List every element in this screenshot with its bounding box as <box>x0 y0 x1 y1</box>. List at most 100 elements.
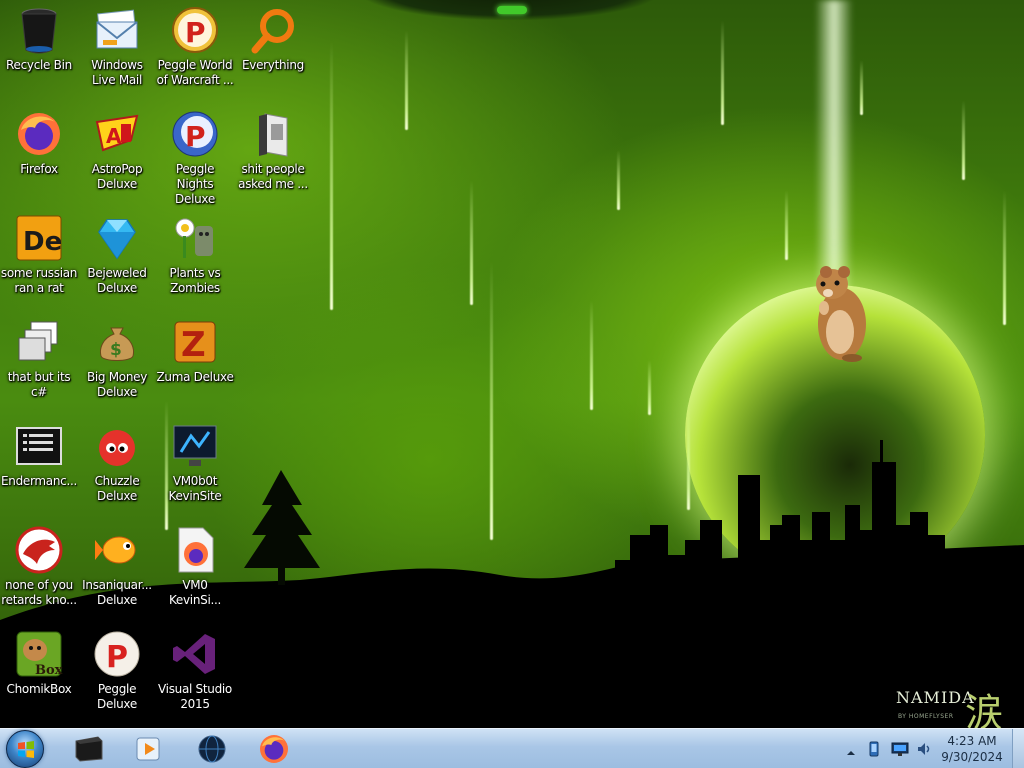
desktop-icon-label: Endermanc... <box>1 474 77 488</box>
desktop-icon-vm0-kevinsite[interactable]: VM0 KevinSi... <box>156 526 234 608</box>
desktop-icon-label: Chuzzle Deluxe <box>94 474 140 503</box>
chuzzle-icon <box>93 422 141 470</box>
fish-icon <box>93 526 141 574</box>
tray-phone-icon[interactable] <box>866 741 882 757</box>
desktop-icon-label: Zuma Deluxe <box>156 370 234 384</box>
svg-text:Z: Z <box>181 325 206 365</box>
desktop-icon-label: none of you retards kno... <box>1 578 77 607</box>
show-desktop-button[interactable] <box>1012 729 1024 768</box>
desktop-icon-label: Peggle Nights Deluxe <box>175 162 215 206</box>
clock-time: 4:23 AM <box>947 734 997 748</box>
desktop-icon-label: Recycle Bin <box>6 58 72 72</box>
media-player-icon <box>136 737 160 761</box>
desktop-icon-russian-rat[interactable]: De some russian ran a rat <box>0 214 78 296</box>
desktop-icon-label: ChomikBox <box>6 682 72 696</box>
clock-date: 9/30/2024 <box>941 750 1003 764</box>
desktop-icon-label: VM0 KevinSi... <box>168 578 222 607</box>
desktop-icon-csharp[interactable]: that but its c# <box>0 318 78 400</box>
peggle-deluxe-icon: P <box>93 630 141 678</box>
taskbar-globe[interactable] <box>186 731 238 767</box>
plant-icon <box>171 214 219 262</box>
desktop-icon-label: AstroPop Deluxe <box>91 162 143 191</box>
tray-network-icon[interactable] <box>891 741 909 757</box>
desktop-icon-big-money[interactable]: $ Big Money Deluxe <box>78 318 156 400</box>
firefox-file-icon <box>171 526 219 574</box>
peggle-nights-icon: P <box>171 110 219 158</box>
desktop-icon-visual-studio[interactable]: Visual Studio 2015 <box>156 630 234 712</box>
desktop-icon-insaniquarium[interactable]: Insaniquar... Deluxe <box>78 526 156 608</box>
desktop-icon-astropop[interactable]: A AstroPop Deluxe <box>78 110 156 192</box>
desktop-icon-label: Windows Live Mail <box>91 58 143 87</box>
astropop-icon: A <box>93 110 141 158</box>
windows-logo-icon <box>18 741 34 758</box>
money-bag-icon: $ <box>93 318 141 366</box>
de-app-icon: De <box>15 214 63 262</box>
desktop-icon-label: Everything <box>242 58 304 72</box>
recycle-bin-icon <box>15 6 63 54</box>
desktop-icon-chuzzle[interactable]: Chuzzle Deluxe <box>78 422 156 504</box>
desktop[interactable]: NAMIDA BY HOMEFLYSER 涙 Recycle Bin Firef… <box>0 0 1024 728</box>
svg-text:P: P <box>185 16 206 49</box>
desktop-icon-everything[interactable]: Everything <box>234 6 312 73</box>
wallpaper-brand-sub: BY HOMEFLYSER <box>898 713 954 720</box>
desktop-icon-label: Peggle World of Warcraft ... <box>156 58 234 87</box>
mail-icon <box>93 6 141 54</box>
desktop-icon-label: shit people asked me ... <box>238 162 308 191</box>
tray-expand-arrow-icon[interactable] <box>846 743 856 755</box>
visual-studio-icon <box>171 630 219 678</box>
taskbar-media-player[interactable] <box>122 731 174 767</box>
start-button[interactable] <box>6 730 44 768</box>
zuma-icon: Z <box>171 318 219 366</box>
wallpaper-brand: NAMIDA <box>896 688 975 707</box>
svg-text:De: De <box>23 227 62 257</box>
desktop-icon-label: that but its c# <box>7 370 71 399</box>
desktop-icon-label: VM0b0t KevinSite <box>168 474 222 503</box>
taskbar: 4:23 AM 9/30/2024 <box>0 728 1024 768</box>
desktop-icon-zuma[interactable]: Z Zuma Deluxe <box>156 318 234 385</box>
desktop-icon-label: Bejeweled Deluxe <box>87 266 147 295</box>
desktop-icon-none-of-you[interactable]: none of you retards kno... <box>0 526 78 608</box>
desktop-icon-bejeweled[interactable]: Bejeweled Deluxe <box>78 214 156 296</box>
desktop-icon-label: Insaniquar... Deluxe <box>82 578 152 607</box>
gem-icon <box>93 214 141 262</box>
peggle-icon: P <box>171 6 219 54</box>
desktop-icon-chomikbox[interactable]: Box ChomikBox <box>0 630 78 697</box>
chomikbox-icon: Box <box>15 630 63 678</box>
desktop-icon-label: Visual Studio 2015 <box>158 682 232 711</box>
window-stack-icon <box>15 318 63 366</box>
desktop-icon-label: Plants vs Zombies <box>169 266 221 295</box>
desktop-icon-peggle-deluxe[interactable]: P Peggle Deluxe <box>78 630 156 712</box>
wallpaper-brand-kanji: 涙 <box>965 691 1004 728</box>
desktop-icon-label: some russian ran a rat <box>0 266 78 295</box>
desktop-icon-vm0b0t[interactable]: VM0b0t KevinSite <box>156 422 234 504</box>
monitor-icon <box>171 422 219 470</box>
desktop-icon-endermanc[interactable]: Endermanc... <box>0 422 78 489</box>
desktop-icon-windows-live-mail[interactable]: Windows Live Mail <box>78 6 156 88</box>
terminal-icon <box>75 736 103 762</box>
firefox-icon <box>260 735 288 763</box>
desktop-icon-peggle-nights[interactable]: P Peggle Nights Deluxe <box>156 110 234 207</box>
taskbar-firefox[interactable] <box>248 731 300 767</box>
magnifier-icon <box>249 6 297 54</box>
desktop-icon-recycle-bin[interactable]: Recycle Bin <box>0 6 78 73</box>
folder-icon <box>249 110 297 158</box>
svg-text:Box: Box <box>35 663 63 678</box>
svg-text:P: P <box>185 120 206 153</box>
desktop-icon-label: Peggle Deluxe <box>97 682 137 711</box>
desktop-icon-firefox[interactable]: Firefox <box>0 110 78 177</box>
system-clock[interactable]: 4:23 AM 9/30/2024 <box>936 733 1008 765</box>
desktop-icon-peggle-wow[interactable]: P Peggle World of Warcraft ... <box>156 6 234 88</box>
desktop-icon-folder[interactable]: shit people asked me ... <box>234 110 312 192</box>
console-icon <box>15 422 63 470</box>
globe-icon <box>198 735 226 763</box>
svg-text:P: P <box>106 640 128 675</box>
firefox-icon <box>15 110 63 158</box>
taskbar-terminal[interactable] <box>62 731 114 767</box>
lizard-icon <box>15 526 63 574</box>
tray-speaker-icon[interactable] <box>916 741 932 757</box>
desktop-icon-label: Big Money Deluxe <box>86 370 148 399</box>
desktop-icon-plants-vs-zombies[interactable]: Plants vs Zombies <box>156 214 234 296</box>
svg-text:$: $ <box>110 340 122 360</box>
svg-text:A: A <box>106 124 122 148</box>
desktop-icon-label: Firefox <box>20 162 58 176</box>
